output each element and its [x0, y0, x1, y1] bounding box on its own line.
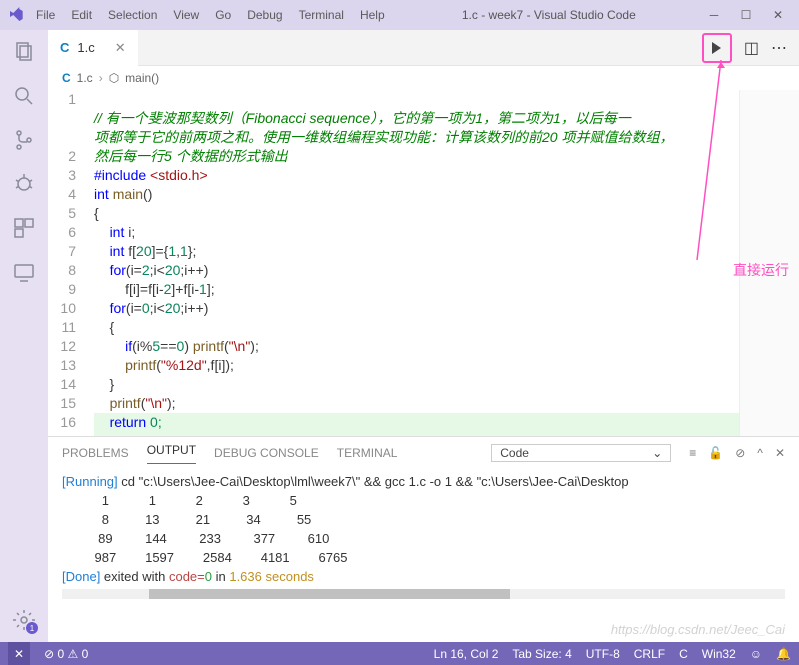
c-file-icon: C: [60, 40, 69, 55]
remote-icon[interactable]: [12, 260, 36, 284]
status-errors[interactable]: ⊘ 0 ⚠ 0: [44, 647, 88, 661]
status-encoding[interactable]: UTF-8: [586, 647, 620, 661]
menu-selection[interactable]: Selection: [102, 4, 163, 26]
menu-bar: File Edit Selection View Go Debug Termin…: [30, 4, 391, 26]
line-gutter: 1 234 567 8910 111213 141516: [48, 90, 94, 436]
clear-icon[interactable]: ⊘: [735, 446, 745, 460]
menu-debug[interactable]: Debug: [241, 4, 288, 26]
collapse-panel-icon[interactable]: ^: [757, 446, 763, 460]
extensions-icon[interactable]: [12, 216, 36, 240]
debug-icon[interactable]: [12, 172, 36, 196]
menu-terminal[interactable]: Terminal: [293, 4, 350, 26]
output-content[interactable]: [Running] cd "c:\Users\Jee-Cai\Desktop\l…: [48, 469, 799, 642]
explorer-icon[interactable]: [12, 40, 36, 64]
tab-close-icon[interactable]: ✕: [115, 40, 126, 56]
menu-view[interactable]: View: [167, 4, 205, 26]
code-content[interactable]: // 有一个斐波那契数列（Fibonacci sequence），它的第一项为1…: [94, 90, 739, 436]
tab-file[interactable]: C 1.c ✕: [48, 30, 138, 66]
bottom-panel: PROBLEMS OUTPUT DEBUG CONSOLE TERMINAL C…: [48, 436, 799, 642]
tab-filename: 1.c: [77, 40, 94, 55]
settings-badge: 1: [26, 622, 38, 634]
source-control-icon[interactable]: [12, 128, 36, 152]
output-channel-select[interactable]: Code⌄: [491, 444, 671, 462]
more-actions-icon[interactable]: ⋯: [771, 38, 787, 58]
activity-bar: 1: [0, 30, 48, 642]
chevron-down-icon: ⌄: [652, 446, 662, 460]
cube-icon: ⬡: [109, 71, 119, 85]
menu-edit[interactable]: Edit: [65, 4, 98, 26]
search-icon[interactable]: [12, 84, 36, 108]
close-panel-icon[interactable]: ✕: [775, 446, 785, 460]
breadcrumb-file: 1.c: [77, 71, 93, 85]
menu-go[interactable]: Go: [209, 4, 237, 26]
breadcrumb[interactable]: C 1.c › ⬡ main(): [48, 66, 799, 90]
menu-file[interactable]: File: [30, 4, 61, 26]
annotation-label: 直接运行: [733, 260, 789, 280]
play-icon: [712, 42, 721, 54]
status-eol[interactable]: CRLF: [634, 647, 665, 661]
lock-scroll-icon[interactable]: 🔓: [708, 446, 723, 460]
panel-tab-problems[interactable]: PROBLEMS: [62, 446, 129, 460]
menu-help[interactable]: Help: [354, 4, 391, 26]
c-file-icon: C: [62, 71, 71, 85]
vscode-icon: [8, 7, 24, 23]
titlebar: File Edit Selection View Go Debug Termin…: [0, 0, 799, 30]
run-button[interactable]: [702, 33, 732, 63]
remote-indicator[interactable]: ✕: [8, 642, 30, 665]
maximize-button[interactable]: ☐: [739, 8, 753, 22]
breadcrumb-symbol: main(): [125, 71, 159, 85]
status-target[interactable]: Win32: [702, 647, 736, 661]
editor-tabs: C 1.c ✕ ◫ ⋯: [48, 30, 799, 66]
breadcrumb-sep: ›: [99, 71, 103, 85]
panel-tab-output[interactable]: OUTPUT: [147, 443, 196, 464]
code-editor[interactable]: 1 234 567 8910 111213 141516 // 有一个斐波那契数…: [48, 90, 799, 436]
panel-tab-terminal[interactable]: TERMINAL: [337, 446, 398, 460]
status-bar: ✕ ⊘ 0 ⚠ 0 Ln 16, Col 2 Tab Size: 4 UTF-8…: [0, 642, 799, 665]
minimize-button[interactable]: ─: [707, 8, 721, 22]
status-feedback-icon[interactable]: ☺: [750, 647, 762, 661]
window-title: 1.c - week7 - Visual Studio Code: [391, 8, 707, 22]
status-language[interactable]: C: [679, 647, 688, 661]
settings-gear-icon[interactable]: 1: [12, 608, 36, 632]
status-tabsize[interactable]: Tab Size: 4: [512, 647, 571, 661]
status-cursor[interactable]: Ln 16, Col 2: [434, 647, 499, 661]
close-button[interactable]: ✕: [771, 8, 785, 22]
status-notifications-icon[interactable]: 🔔: [776, 647, 791, 661]
clear-output-icon[interactable]: ≡: [689, 446, 696, 460]
output-scrollbar[interactable]: [62, 589, 785, 599]
split-editor-icon[interactable]: ◫: [744, 38, 759, 58]
panel-tab-debug[interactable]: DEBUG CONSOLE: [214, 446, 319, 460]
